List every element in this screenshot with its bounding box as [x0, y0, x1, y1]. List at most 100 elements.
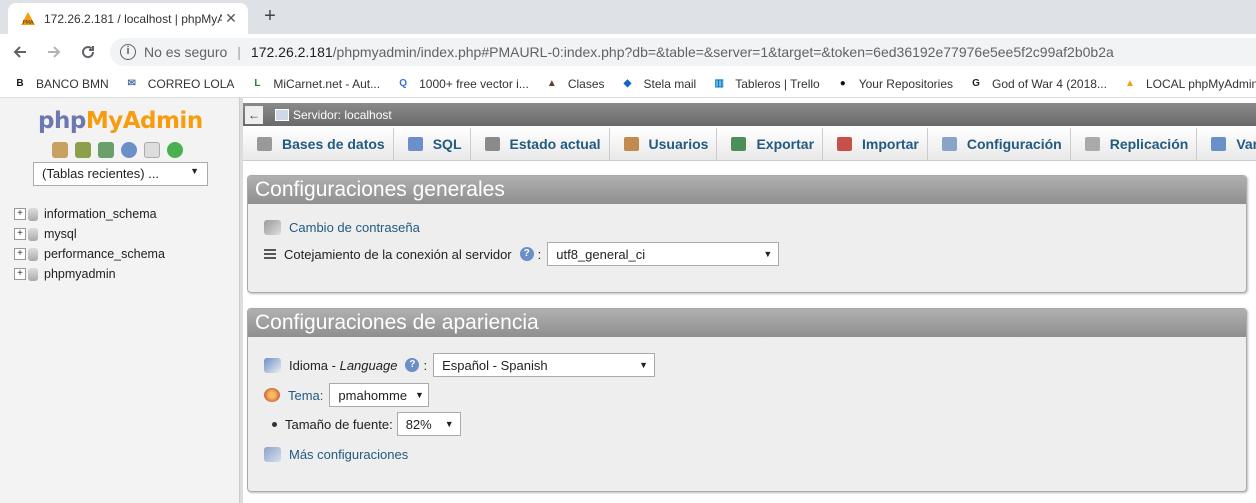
back-arrow-icon: [13, 46, 26, 58]
reload-nav-icon[interactable]: [167, 142, 183, 158]
phpmyadmin-app: phpMyAdmin (Tablas recientes) ... ▼ + inf…: [0, 98, 1256, 503]
nav-shortcut-icons: [52, 142, 183, 158]
tab-title: 172.26.2.181 / localhost | phpMyA: [44, 11, 222, 26]
bookmark-item[interactable]: B BANCO BMN: [12, 76, 108, 92]
export-icon: [731, 137, 747, 151]
database-item[interactable]: + mysql: [14, 224, 165, 244]
database-label: phpmyadmin: [44, 267, 116, 281]
browser-tab[interactable]: PMA 172.26.2.181 / localhost | phpMyA ✕: [8, 3, 248, 34]
recent-tables-select[interactable]: (Tablas recientes) ... ▼: [33, 162, 208, 186]
bookmark-item[interactable]: ▲ LOCAL phpMyAdmin: [1122, 76, 1256, 92]
expand-icon[interactable]: +: [14, 268, 26, 280]
menu-tab-sql[interactable]: SQL: [394, 128, 471, 160]
theme-link[interactable]: Tema:: [288, 388, 323, 403]
query-window-icon[interactable]: [98, 142, 114, 158]
font-size-label: Tamaño de fuente:: [285, 416, 393, 432]
svg-text:PMA: PMA: [23, 20, 34, 26]
language-icon: [264, 357, 281, 373]
menu-tab-databases[interactable]: Bases de datos: [243, 128, 394, 160]
database-item[interactable]: + performance_schema: [14, 244, 165, 264]
menu-tab-export[interactable]: Exportar: [717, 128, 824, 160]
bookmark-item[interactable]: ● Your Repositories: [835, 76, 953, 92]
database-item[interactable]: + information_schema: [14, 204, 165, 224]
server-label: Servidor: localhost: [293, 107, 392, 122]
main-content: ← Servidor: localhost Bases de datos SQL E…: [243, 98, 1256, 503]
logo-php: php: [38, 108, 86, 134]
database-icon: [28, 267, 38, 281]
close-tab-icon[interactable]: ✕: [222, 10, 240, 27]
general-settings-title: Configuraciones generales: [248, 176, 1246, 204]
banco-bmn-icon: B: [16, 78, 24, 89]
database-item[interactable]: + phpmyadmin: [14, 264, 165, 284]
general-settings-fieldset: Configuraciones generales Cambio de cont…: [247, 175, 1247, 293]
font-size-select[interactable]: 82% ▼: [396, 412, 461, 436]
reload-button[interactable]: [74, 38, 102, 66]
browser-tabstrip: PMA 172.26.2.181 / localhost | phpMyA ✕ …: [0, 0, 1256, 34]
menu-tab-import[interactable]: Importar: [823, 128, 928, 160]
database-label: mysql: [44, 227, 77, 241]
menu-tab-replication[interactable]: Replicación: [1071, 128, 1198, 160]
bookmark-item[interactable]: L MiCarnet.net - Aut...: [249, 76, 380, 92]
pma-icon: ▲: [1125, 78, 1135, 89]
gow-icon: G: [972, 78, 980, 89]
language-label: Idioma: [289, 357, 329, 373]
phpmyadmin-logo[interactable]: phpMyAdmin: [38, 108, 203, 134]
logout-icon[interactable]: [75, 142, 91, 158]
url-separator: |: [237, 44, 241, 60]
new-tab-button[interactable]: +: [258, 5, 282, 29]
menu-tab-settings[interactable]: Configuración: [928, 128, 1071, 160]
logo-my: My: [85, 108, 123, 134]
bookmark-label: Tableros | Trello: [735, 76, 820, 91]
github-icon: ●: [839, 78, 846, 89]
bookmark-item[interactable]: ▲ Clases: [544, 76, 605, 92]
bookmark-item[interactable]: ▥ Tableros | Trello: [711, 76, 820, 92]
expand-icon[interactable]: +: [14, 208, 26, 220]
home-icon[interactable]: [52, 142, 68, 158]
bookmark-item[interactable]: ✉ CORREO LOLA: [124, 76, 235, 92]
collation-select[interactable]: utf8_general_ci ▼: [547, 242, 780, 266]
chevron-down-icon: ▼: [190, 166, 199, 176]
menu-tab-label: Exportar: [756, 136, 815, 152]
more-settings-link[interactable]: Más configuraciones: [289, 447, 408, 462]
chevron-down-icon: ▼: [639, 360, 649, 370]
bookmark-label: CORREO LOLA: [147, 76, 235, 91]
navigation-panel: phpMyAdmin (Tablas recientes) ... ▼ + inf…: [0, 98, 240, 503]
bookmarks-bar: B BANCO BMN ✉ CORREO LOLA L MiCarnet.net - Au…: [0, 70, 1256, 98]
bookmark-item[interactable]: G God of War 4 (2018...: [968, 76, 1107, 92]
theme-row: Tema: pmahomme ▼: [264, 383, 430, 407]
breadcrumb[interactable]: Servidor: localhost: [275, 108, 392, 122]
bookmark-label: 1000+ free vector i...: [419, 76, 529, 91]
menu-tab-users[interactable]: Usuarios: [610, 128, 718, 160]
collation-colon: :: [537, 246, 542, 262]
menu-tab-status[interactable]: Estado actual: [471, 128, 610, 160]
recent-tables-value: (Tablas recientes) ...: [42, 166, 160, 181]
bookmark-item[interactable]: Q 1000+ free vector i...: [395, 76, 529, 92]
forward-button[interactable]: [40, 38, 68, 66]
language-colon: :: [423, 357, 428, 373]
info-icon[interactable]: i: [120, 44, 136, 60]
documentation-icon[interactable]: [144, 142, 160, 158]
collapse-panel-button[interactable]: ←: [245, 105, 263, 124]
menu-tab-variables[interactable]: Variables: [1197, 128, 1256, 160]
bookmark-label: LOCAL phpMyAdmin: [1145, 76, 1256, 91]
font-size-value: 82%: [405, 416, 432, 432]
collation-label: Cotejamiento de la conexión al servidor: [284, 246, 512, 262]
sql-icon: [407, 137, 423, 151]
change-password-link[interactable]: Cambio de contraseña: [289, 220, 420, 235]
language-row: Idioma - Language ? : Español - Spanish …: [264, 353, 656, 377]
theme-select[interactable]: pmahomme ▼: [329, 383, 430, 407]
theme-value: pmahomme: [338, 387, 408, 403]
back-button[interactable]: [6, 38, 34, 66]
docs-help-icon[interactable]: [121, 142, 137, 158]
expand-icon[interactable]: +: [14, 248, 26, 260]
database-tree: + information_schema + mysql + performance_sc…: [14, 204, 165, 284]
bookmark-item[interactable]: ◆ Stela mail: [620, 76, 697, 92]
reload-icon: [82, 46, 95, 59]
help-icon[interactable]: ?: [405, 358, 420, 372]
language-select[interactable]: Español - Spanish ▼: [433, 353, 656, 377]
language-english-label: Language: [339, 357, 398, 373]
pma-favicon-icon: PMA: [21, 11, 35, 26]
address-bar[interactable]: i No es seguro | 172.26.2.181 /phpmyadmi…: [110, 38, 1256, 66]
expand-icon[interactable]: +: [14, 228, 26, 240]
help-icon[interactable]: ?: [519, 247, 534, 261]
